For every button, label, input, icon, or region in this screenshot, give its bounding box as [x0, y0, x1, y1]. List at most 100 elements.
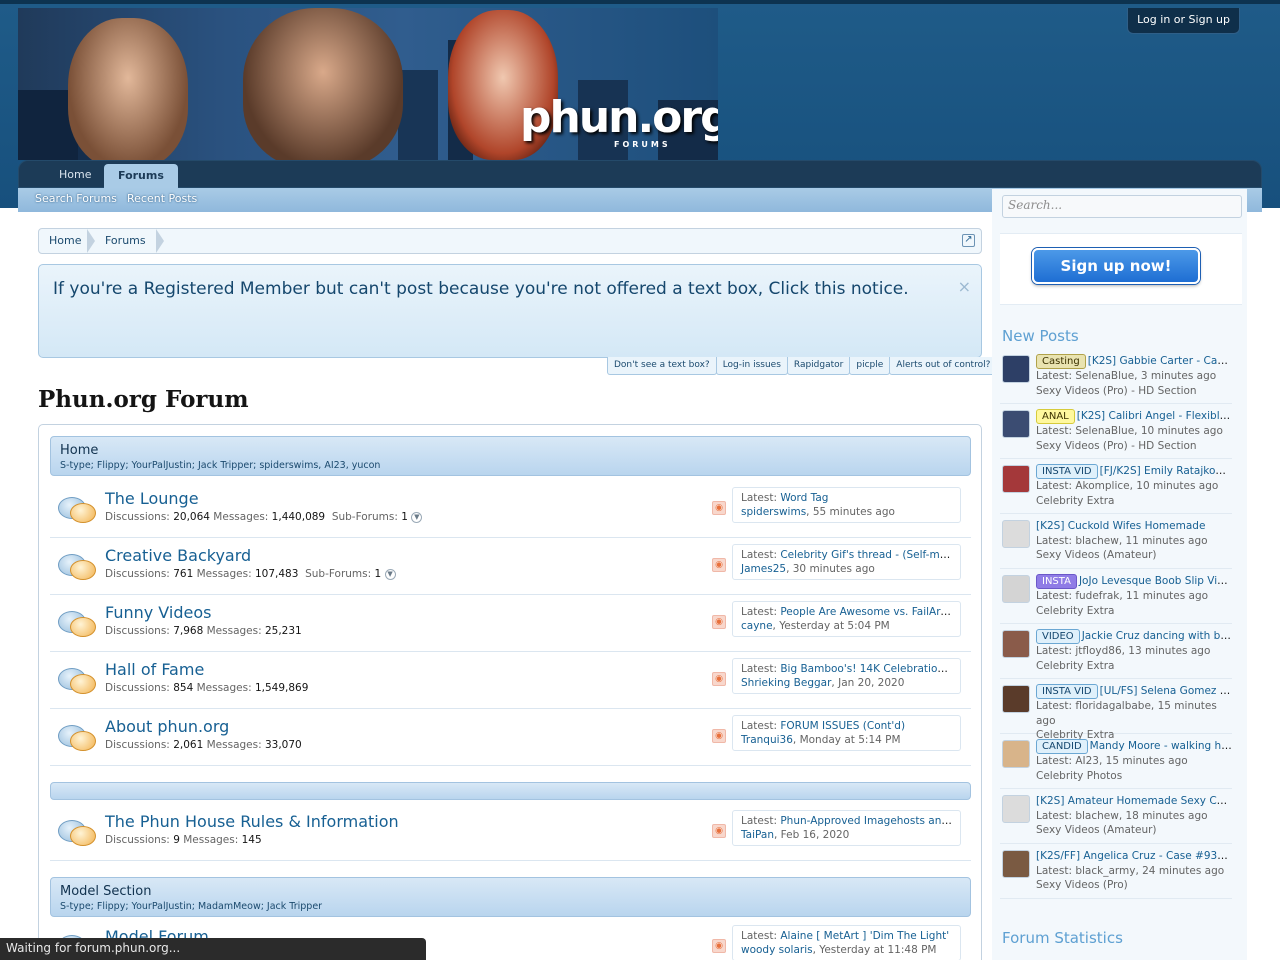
notice-text[interactable]: If you're a Registered Member but can't … [53, 279, 909, 299]
new-post-forum[interactable]: Sexy Videos (Pro) - HD Section [1036, 384, 1232, 399]
tab-home[interactable]: Home [45, 161, 105, 189]
last-post-time[interactable]: Feb 16, 2020 [781, 829, 850, 841]
avatar[interactable] [1002, 410, 1030, 438]
thread-prefix-badge[interactable]: VIDEO [1036, 629, 1080, 644]
avatar[interactable] [1002, 795, 1030, 823]
rss-feed-icon[interactable]: ◉ [712, 558, 726, 572]
last-post-time[interactable]: Yesterday at 5:04 PM [779, 620, 890, 632]
new-post-title[interactable]: [K2S] Gabbie Carter - Casti... [1088, 355, 1232, 367]
last-post-user[interactable]: James25 [741, 563, 786, 575]
last-post-title[interactable]: FORUM ISSUES (Cont'd) [780, 720, 905, 732]
new-post-title[interactable]: Jackie Cruz dancing with br... [1082, 630, 1232, 642]
new-post-title[interactable]: [K2S] Calibri Angel - Flexible ... [1077, 410, 1232, 422]
thread-prefix-badge[interactable]: CANDID [1036, 739, 1088, 754]
jump-to-page-icon[interactable]: ↗ [962, 234, 975, 247]
category-header-home[interactable]: Home S-type; Flippy; YourPalJustin; Jack… [50, 436, 971, 476]
new-post-forum[interactable]: Sexy Videos (Pro) - HD Section [1036, 439, 1232, 454]
rss-feed-icon[interactable]: ◉ [712, 824, 726, 838]
new-post-title[interactable]: [K2S] Cuckold Wifes Homemade [1036, 520, 1205, 532]
new-post-forum[interactable]: Sexy Videos (Pro) [1036, 878, 1232, 893]
last-post-user[interactable]: spiderswims [741, 506, 806, 518]
new-post-meta: Latest: floridagalbabe, 15 minutes ago [1036, 700, 1217, 727]
new-post-title[interactable]: Mandy Moore - walking her... [1090, 740, 1232, 752]
new-post-title[interactable]: [K2S] Amateur Homemade Sexy Couple [1036, 795, 1232, 807]
last-post-title[interactable]: Big Bamboo's! 14K Celebration p... [780, 663, 952, 675]
avatar[interactable] [1002, 465, 1030, 493]
new-post-item: CANDID Mandy Moore - walking her... Latest… [1000, 734, 1232, 789]
category-title[interactable]: Model Section [60, 884, 151, 899]
rss-feed-icon[interactable]: ◉ [712, 729, 726, 743]
new-post-title[interactable]: [K2S/FF] Angelica Cruz - Case #93147... [1036, 850, 1232, 862]
avatar[interactable] [1002, 850, 1030, 878]
new-post-forum[interactable]: Celebrity Extra [1036, 604, 1232, 619]
notice-box[interactable]: If you're a Registered Member but can't … [38, 264, 982, 358]
rss-feed-icon[interactable]: ◉ [712, 939, 726, 953]
avatar[interactable] [1002, 355, 1030, 383]
forum-title[interactable]: The Phun House Rules & Information [105, 812, 399, 831]
last-post-user[interactable]: Tranqui36 [741, 734, 793, 746]
last-post-title[interactable]: People Are Awesome vs. FailArm... [780, 606, 952, 618]
notice-tab-picple[interactable]: picple [849, 357, 891, 375]
forum-title[interactable]: Creative Backyard [105, 546, 251, 565]
breadcrumb-home[interactable]: Home [39, 229, 81, 253]
forum-title[interactable]: Hall of Fame [105, 660, 204, 679]
rss-feed-icon[interactable]: ◉ [712, 672, 726, 686]
last-post-user[interactable]: woody solaris [741, 944, 813, 956]
last-post-title[interactable]: Celebrity Gif's thread - (Self-mad... [780, 549, 952, 561]
category-title[interactable]: Home [60, 443, 98, 458]
last-post-time[interactable]: 55 minutes ago [813, 506, 895, 518]
new-post-forum[interactable]: Celebrity Extra [1036, 494, 1232, 509]
new-post-title[interactable]: [UL/FS] Selena Gomez - ... [1100, 685, 1232, 697]
thread-prefix-badge[interactable]: Casting [1036, 354, 1086, 369]
thread-prefix-badge[interactable]: ANAL [1036, 409, 1075, 424]
last-post-time[interactable]: Yesterday at 11:48 PM [819, 944, 936, 956]
avatar[interactable] [1002, 630, 1030, 658]
login-signup-link[interactable]: Log in or Sign up [1127, 8, 1240, 34]
site-banner[interactable]: phun.org FORUMS [18, 8, 718, 160]
rss-feed-icon[interactable]: ◉ [712, 501, 726, 515]
notice-tab-login-issues[interactable]: Log-in issues [715, 357, 788, 375]
last-post-title[interactable]: Phun-Approved Imagehosts and F... [780, 815, 952, 827]
last-post-user[interactable]: Shrieking Beggar [741, 677, 831, 689]
category-header-blank [50, 782, 971, 800]
last-post-time[interactable]: 30 minutes ago [793, 563, 875, 575]
forum-stats: Discussions: 2,061 Messages: 33,070 [105, 739, 302, 751]
rss-feed-icon[interactable]: ◉ [712, 615, 726, 629]
new-post-forum[interactable]: Sexy Videos (Amateur) [1036, 548, 1232, 563]
avatar[interactable] [1002, 520, 1030, 548]
last-post-user[interactable]: cayne [741, 620, 773, 632]
new-post-forum[interactable]: Celebrity Photos [1036, 769, 1232, 784]
tab-forums[interactable]: Forums [104, 164, 178, 190]
forum-title[interactable]: The Lounge [105, 489, 199, 508]
forum-title[interactable]: Funny Videos [105, 603, 211, 622]
avatar[interactable] [1002, 740, 1030, 768]
last-post-user[interactable]: TaiPan [741, 829, 774, 841]
breadcrumb-forums[interactable]: Forums [95, 229, 146, 253]
subforums-toggle-icon[interactable]: ▼ [384, 568, 396, 580]
recent-posts-link[interactable]: Recent Posts [127, 192, 197, 205]
thread-prefix-badge[interactable]: INSTA VID [1036, 464, 1098, 479]
new-post-forum[interactable]: Celebrity Extra [1036, 659, 1232, 674]
new-post-title[interactable]: JoJo Levesque Boob Slip Vid... [1079, 575, 1232, 587]
forum-title[interactable]: About phun.org [105, 717, 229, 736]
last-post-title[interactable]: Alaine [ MetArt ] 'Dim The Light' [780, 930, 949, 942]
avatar[interactable] [1002, 685, 1030, 713]
notice-tab-alerts[interactable]: Alerts out of control? [889, 357, 998, 375]
notice-tab-rapidgator[interactable]: Rapidgator [786, 357, 851, 375]
search-forums-link[interactable]: Search Forums [35, 192, 117, 205]
category-header-model-section[interactable]: Model Section S-type; Flippy; YourPalJus… [50, 877, 971, 917]
last-post-time[interactable]: Jan 20, 2020 [838, 677, 904, 689]
subforums-toggle-icon[interactable]: ▼ [411, 511, 423, 523]
last-post-title[interactable]: Word Tag [780, 492, 828, 504]
new-post-title[interactable]: [FJ/K2S] Emily Ratajkow... [1100, 465, 1232, 477]
last-post-time[interactable]: Monday at 5:14 PM [800, 734, 901, 746]
thread-prefix-badge[interactable]: INSTA VID [1036, 684, 1098, 699]
notice-close-icon[interactable]: × [958, 277, 971, 296]
notice-tab-text-box[interactable]: Don't see a text box? [607, 357, 717, 375]
new-post-forum[interactable]: Sexy Videos (Amateur) [1036, 823, 1232, 838]
signup-button[interactable]: Sign up now! [1032, 248, 1200, 284]
avatar[interactable] [1002, 575, 1030, 603]
signup-panel: Sign up now! [1000, 233, 1242, 305]
thread-prefix-badge[interactable]: INSTA [1036, 574, 1077, 589]
search-input[interactable]: Search... [1002, 195, 1242, 218]
